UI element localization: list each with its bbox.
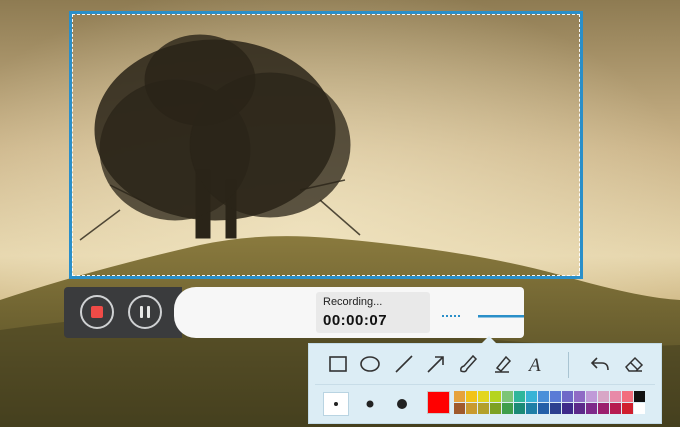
brush-tool[interactable] [455,352,481,376]
color-swatch[interactable] [550,391,561,402]
current-color-swatch[interactable] [427,391,450,414]
color-swatch[interactable] [598,403,609,414]
arrow-icon [427,356,444,373]
brush-size-small[interactable] [323,392,349,416]
color-swatch[interactable] [574,403,585,414]
color-swatch[interactable] [538,403,549,414]
color-swatch[interactable] [478,403,489,414]
color-swatch[interactable] [514,391,525,402]
color-swatch[interactable] [466,403,477,414]
color-swatch[interactable] [490,403,501,414]
color-palette [454,391,645,414]
color-swatch[interactable] [634,391,645,402]
color-swatch[interactable] [466,391,477,402]
undo-icon [590,357,609,371]
highlighter-icon [495,355,512,373]
toolbar-divider [568,352,569,378]
stop-button[interactable] [80,295,114,329]
color-swatch[interactable] [550,403,561,414]
color-swatch[interactable] [454,403,465,414]
line-icon [395,355,413,373]
color-swatch[interactable] [598,391,609,402]
arrow-tool[interactable] [423,352,449,376]
playback-controls [64,287,182,338]
color-swatch[interactable] [610,391,621,402]
color-swatch[interactable] [586,403,597,414]
color-swatch[interactable] [490,391,501,402]
color-swatch[interactable] [586,391,597,402]
color-swatch[interactable] [562,391,573,402]
pause-icon [140,306,143,318]
pause-button[interactable] [128,295,162,329]
volume-slider[interactable] [442,309,524,323]
brush-icon [460,354,478,373]
color-swatch[interactable] [478,391,489,402]
rectangle-icon [329,356,347,372]
color-swatch[interactable] [454,391,465,402]
color-swatch[interactable] [562,403,573,414]
brush-size-large[interactable] [389,392,415,416]
recording-status-box: Recording... 00:00:07 [316,292,430,333]
recording-status: Recording... [323,296,383,308]
undo-tool[interactable] [587,352,613,376]
pause-icon [147,306,150,318]
recording-timer: 00:00:07 [323,312,388,329]
row-divider [315,384,655,385]
eraser-icon [625,356,644,372]
highlighter-tool[interactable] [489,352,515,376]
color-swatch[interactable] [502,391,513,402]
color-swatch[interactable] [538,391,549,402]
line-tool[interactable] [391,352,417,376]
ellipse-icon [360,356,380,372]
color-swatch[interactable] [634,403,645,414]
text-tool[interactable]: A [523,352,549,376]
eraser-tool[interactable] [621,352,647,376]
color-swatch[interactable] [622,403,633,414]
rectangle-tool[interactable] [325,352,351,376]
recording-info-panel: Recording... 00:00:07 [174,287,524,338]
color-swatch[interactable] [622,391,633,402]
color-swatch[interactable] [502,403,513,414]
color-swatch[interactable] [610,403,621,414]
color-swatch[interactable] [574,391,585,402]
text-icon: A [527,355,541,376]
recording-selection-area[interactable] [69,11,583,279]
brush-size-medium[interactable] [357,392,383,416]
size-dot-icon [366,400,374,408]
stop-icon [91,306,103,318]
color-swatch[interactable] [526,403,537,414]
ellipse-tool[interactable] [357,352,383,376]
svg-text:A: A [527,355,541,376]
annotation-toolbar: A [308,336,662,424]
size-dot-icon [397,399,407,409]
size-dot-icon [334,402,338,406]
recording-control-bar: Recording... 00:00:07 [64,287,524,338]
color-swatch[interactable] [514,403,525,414]
color-swatch[interactable] [526,391,537,402]
